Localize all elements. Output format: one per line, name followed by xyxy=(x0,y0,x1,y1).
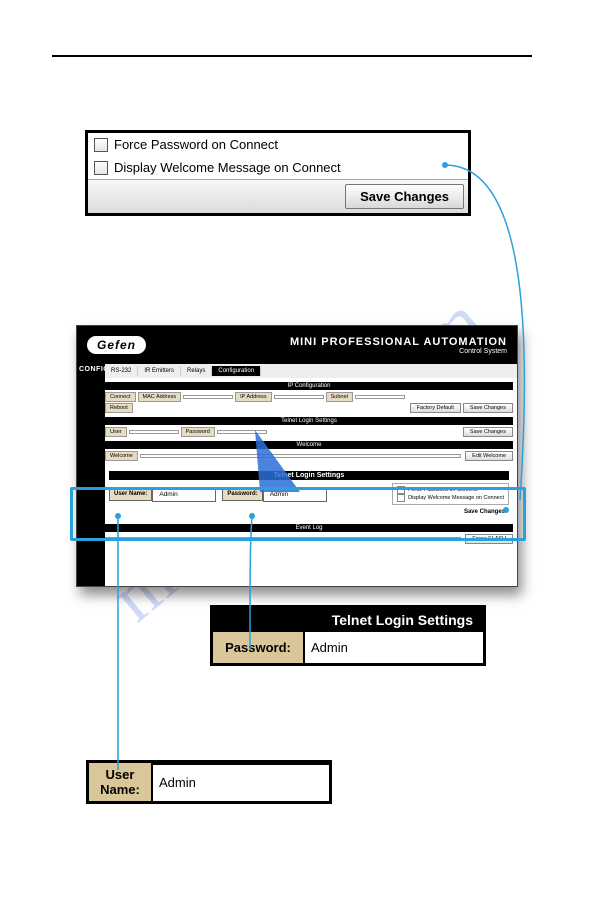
input[interactable] xyxy=(274,395,324,399)
opt-label: Display Welcome Message on Connect xyxy=(408,495,504,501)
input[interactable] xyxy=(217,430,267,434)
tab-rs232[interactable]: RS-232 xyxy=(105,366,138,376)
input[interactable] xyxy=(140,454,461,458)
erase-flash-button[interactable]: Erase FLASH xyxy=(465,534,513,544)
telnet-options: Force Password on Connect Display Welcom… xyxy=(392,483,509,505)
checkbox-icon[interactable] xyxy=(397,494,405,502)
label: IP Address xyxy=(235,392,272,402)
option-label: Force Password on Connect xyxy=(114,137,278,152)
save-changes-button[interactable]: Save Changes xyxy=(345,184,464,209)
options-box: Force Password on Connect Display Welcom… xyxy=(85,130,471,216)
options-footer: Save Changes xyxy=(88,179,468,213)
password-input[interactable]: Admin xyxy=(263,487,327,502)
config-panel-screenshot: Gefen MINI PROFESSIONAL AUTOMATION Contr… xyxy=(76,325,518,587)
save-btn[interactable]: Save Changes xyxy=(463,427,513,437)
panel-title: MINI PROFESSIONAL AUTOMATION xyxy=(290,336,507,348)
password-header: Telnet Login Settings xyxy=(213,608,483,632)
option-label: Display Welcome Message on Connect xyxy=(114,160,341,175)
input[interactable] xyxy=(355,395,405,399)
tab-relays[interactable]: Relays xyxy=(181,366,212,376)
label: Password xyxy=(181,427,215,437)
label: MAC Address xyxy=(138,392,182,402)
save-changes-small[interactable]: Save Changes xyxy=(109,508,509,516)
section-welcome: Welcome xyxy=(105,441,513,449)
opt-label: Force Password on Connect xyxy=(408,487,477,493)
password-value[interactable]: Admin xyxy=(305,632,483,663)
save-changes-button-small[interactable]: Save Changes xyxy=(463,403,513,413)
input[interactable] xyxy=(129,430,179,434)
checkbox-icon[interactable] xyxy=(397,486,405,494)
sidebar xyxy=(77,364,105,586)
section-telnet-small: Telnet Login Settings xyxy=(105,417,513,425)
checkbox-icon[interactable] xyxy=(94,138,108,152)
label: Subnet xyxy=(326,392,353,402)
checkbox-icon[interactable] xyxy=(94,161,108,175)
user-name-label: User Name: xyxy=(109,487,152,501)
factory-default-button[interactable]: Factory Default xyxy=(410,403,461,413)
panel-subtitle: Control System xyxy=(290,348,507,355)
input xyxy=(183,395,233,399)
ip-reboot[interactable]: Reboot xyxy=(105,403,133,413)
label: User xyxy=(105,427,127,437)
brand-logo: Gefen xyxy=(87,336,146,354)
opt-force[interactable]: Force Password on Connect xyxy=(397,486,504,494)
label: Welcome xyxy=(105,451,138,461)
tab-ir[interactable]: IR Emitters xyxy=(138,366,181,376)
password-label: Password: xyxy=(213,632,305,663)
event-text xyxy=(105,537,461,541)
option-force-password[interactable]: Force Password on Connect xyxy=(88,133,468,156)
username-value[interactable]: Admin xyxy=(153,763,329,801)
username-callout: User Name: Admin xyxy=(86,760,332,804)
password-label: Password: xyxy=(222,487,262,501)
tab-bar: RS-232 IR Emitters Relays Configuration xyxy=(105,364,517,378)
opt-welcome[interactable]: Display Welcome Message on Connect xyxy=(397,494,504,502)
user-name-input[interactable]: Admin xyxy=(152,487,216,502)
username-label: User Name: xyxy=(89,763,153,801)
telnet-header: Telnet Login Settings xyxy=(109,471,509,480)
edit-welcome-button[interactable]: Edit Welcome xyxy=(465,451,513,461)
ip-connect[interactable]: Connect xyxy=(105,392,136,402)
section-ip: IP Configuration xyxy=(105,382,513,390)
section-eventlog: Event Log xyxy=(105,524,513,532)
telnet-settings-highlighted: Telnet Login Settings User Name: Admin P… xyxy=(105,467,513,520)
password-callout: Telnet Login Settings Password: Admin xyxy=(210,605,486,666)
tab-configuration[interactable]: Configuration xyxy=(212,366,261,376)
option-display-welcome[interactable]: Display Welcome Message on Connect xyxy=(88,156,468,179)
